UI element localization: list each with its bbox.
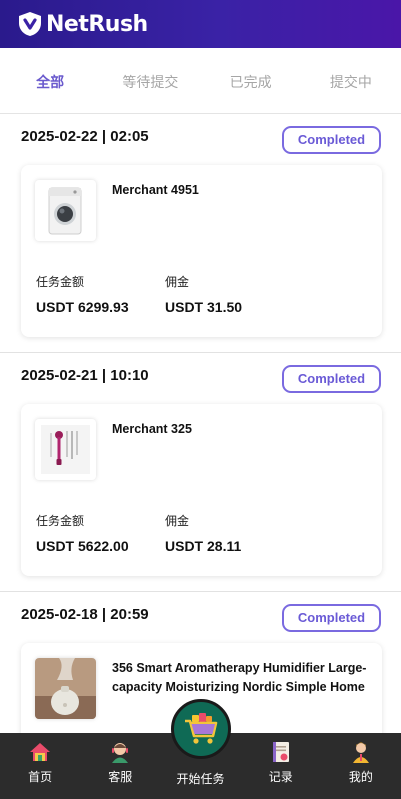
commission-label: 佣金 <box>165 514 190 528</box>
order-item: 2025-02-21 | 10:10 Completed Merchant 32… <box>0 353 401 592</box>
task-amount-value: USDT 6299.93 <box>36 299 129 315</box>
product-image <box>35 180 96 241</box>
tab-pending[interactable]: 等待提交 <box>100 72 200 92</box>
commission-value: USDT 28.11 <box>165 538 242 554</box>
home-icon <box>30 743 51 761</box>
nav-profile-label: 我的 <box>348 770 373 784</box>
order-datetime: 2025-02-21 | 10:10 <box>21 367 149 384</box>
humidifier-icon <box>35 658 96 719</box>
shopping-cart-icon <box>185 713 218 744</box>
order-datetime: 2025-02-18 | 20:59 <box>21 606 149 623</box>
shield-logo-icon <box>19 12 41 36</box>
nav-records-label: 记录 <box>268 770 293 784</box>
merchant-name: Merchant 4951 <box>112 183 199 197</box>
task-amount-label: 任务金额 <box>36 514 85 528</box>
records-icon <box>272 742 289 762</box>
commission-label: 佣金 <box>165 275 190 289</box>
status-badge[interactable]: Completed <box>282 126 381 154</box>
washing-machine-icon <box>48 187 82 235</box>
nav-profile[interactable]: 我的 <box>321 733 401 799</box>
tab-submitting[interactable]: 提交中 <box>301 72 401 92</box>
nav-home-label: 首页 <box>28 770 53 784</box>
order-card[interactable]: Merchant 325 任务金额 佣金 USDT 5622.00 USDT 2… <box>21 404 382 576</box>
order-datetime: 2025-02-22 | 02:05 <box>21 128 149 145</box>
hair-styler-icon <box>41 425 90 474</box>
start-task-button[interactable] <box>171 699 231 759</box>
nav-support-label: 客服 <box>108 770 133 784</box>
commission-value: USDT 31.50 <box>165 299 243 315</box>
nav-start-task-label: 开始任务 <box>176 772 225 786</box>
tab-all[interactable]: 全部 <box>0 72 100 92</box>
task-amount-label: 任务金额 <box>36 275 85 289</box>
brand-name: NetRush <box>46 11 148 37</box>
profile-icon <box>352 742 369 763</box>
merchant-name: 356 Smart Aromatherapy Humidifier Large-… <box>112 661 367 694</box>
product-image <box>35 658 96 719</box>
support-agent-icon <box>112 743 129 763</box>
nav-support[interactable]: 客服 <box>80 733 160 799</box>
order-item: 2025-02-22 | 02:05 Completed Merchant 49… <box>0 114 401 353</box>
nav-records[interactable]: 记录 <box>241 733 321 799</box>
product-image <box>35 419 96 480</box>
nav-home[interactable]: 首页 <box>0 733 80 799</box>
order-list: 2025-02-22 | 02:05 Completed Merchant 49… <box>0 114 401 799</box>
tab-completed[interactable]: 已完成 <box>201 72 301 92</box>
status-badge[interactable]: Completed <box>282 365 381 393</box>
task-amount-value: USDT 5622.00 <box>36 538 129 554</box>
order-card[interactable]: Merchant 4951 任务金额 佣金 USDT 6299.93 USDT … <box>21 165 382 337</box>
status-badge[interactable]: Completed <box>282 604 381 632</box>
merchant-name: Merchant 325 <box>112 422 192 436</box>
app-header: NetRush <box>0 0 401 48</box>
order-status-tabs: 全部 等待提交 已完成 提交中 <box>0 58 401 106</box>
